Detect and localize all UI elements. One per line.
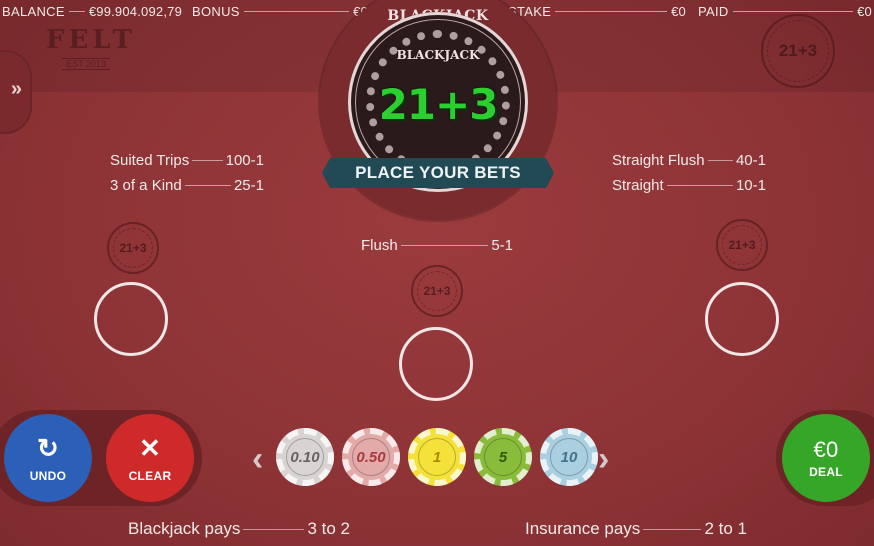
undo-button[interactable]: ↻ UNDO (4, 414, 92, 502)
blackjack-pays-label: Blackjack pays (128, 519, 241, 538)
chip-value: 10 (560, 448, 578, 466)
chip-value: 5 (498, 448, 508, 466)
clear-button[interactable]: ✕ CLEAR (106, 414, 194, 502)
spot-stamp-text: 21+3 (119, 241, 147, 255)
logo-est: EST 2013 (62, 58, 110, 70)
place-bets-banner: PLACE YOUR BETS (322, 158, 554, 188)
chip-1[interactable]: 1 (408, 428, 466, 486)
divider-line (243, 528, 305, 530)
badge-game-title: 21+3 (378, 80, 499, 129)
chip-0-50[interactable]: 0.50 (342, 428, 400, 486)
insurance-pays: Insurance pays 2 to 1 (525, 517, 747, 541)
payout-odds: 25-1 (233, 176, 264, 194)
divider-line (707, 159, 733, 161)
bet-spot-center[interactable] (399, 327, 473, 401)
badge-inner-title: BLACKJACK (396, 48, 480, 62)
payout-odds: 5-1 (491, 236, 513, 254)
divider-line (666, 184, 733, 186)
blackjack-pays: Blackjack pays 3 to 2 (128, 517, 350, 541)
insurance-pays-label: Insurance pays (525, 519, 641, 538)
spot-stamp: 21+3 (716, 219, 768, 271)
spot-stamp: 21+3 (411, 265, 463, 317)
payout-row: 3 of a Kind 25-1 (110, 175, 264, 195)
divider-line (555, 10, 668, 12)
payout-odds: 40-1 (735, 151, 766, 169)
insurance-pays-value: 2 to 1 (704, 519, 747, 538)
chevron-left-icon[interactable]: ‹ (252, 440, 263, 479)
stake-value: €0 (671, 3, 686, 19)
bet-spot-left[interactable] (94, 282, 168, 356)
balance-stat: BALANCE €99.904.092,79 (2, 2, 182, 20)
bet-spot-right[interactable] (705, 282, 779, 356)
chip-0-10[interactable]: 0.10 (276, 428, 334, 486)
undo-icon: ↻ (36, 433, 60, 463)
payout-odds: 100-1 (225, 151, 264, 169)
balance-value: €99.904.092,79 (88, 3, 182, 19)
close-icon: ✕ (138, 433, 162, 463)
balance-label: BALANCE (2, 3, 65, 19)
blackjack-pays-value: 3 to 2 (307, 519, 350, 538)
chip-value: 0.10 (290, 448, 320, 466)
chip-5[interactable]: 5 (474, 428, 532, 486)
chevron-right-icon[interactable]: › (598, 440, 609, 479)
felt-logo: FELT EST 2013 (46, 25, 136, 74)
payout-name: Straight (612, 176, 664, 194)
chip-value: 0.50 (356, 448, 386, 466)
divider-line (643, 528, 702, 530)
divider-line (400, 244, 489, 246)
divider-line (732, 10, 854, 12)
payout-name: Flush (361, 236, 398, 254)
chip-value: 1 (432, 448, 442, 466)
double-chevron-right-icon: » (10, 78, 22, 100)
payout-row: Straight Flush 40-1 (612, 150, 766, 170)
payout-odds: 10-1 (735, 176, 766, 194)
deal-label: DEAL (809, 465, 843, 479)
corner-stamp: 21+3 (761, 14, 835, 88)
logo-name: FELT (46, 25, 136, 55)
payout-row: Straight 10-1 (612, 175, 766, 195)
payout-name: Straight Flush (612, 151, 705, 169)
paid-value: €0 (857, 3, 872, 19)
bonus-label: BONUS (192, 3, 240, 19)
corner-stamp-text: 21+3 (778, 41, 818, 60)
payout-name: Suited Trips (110, 151, 190, 169)
spot-stamp: 21+3 (107, 222, 159, 274)
side-menu-toggle[interactable]: » (0, 50, 32, 134)
deal-amount: €0 (813, 437, 839, 462)
spot-stamp-text: 21+3 (423, 284, 451, 298)
undo-label: UNDO (29, 469, 67, 483)
divider-line (192, 159, 223, 161)
divider-line (184, 184, 231, 186)
spot-stamp-text: 21+3 (728, 238, 756, 252)
payout-name: 3 of a Kind (110, 176, 182, 194)
payout-row: Flush 5-1 (361, 235, 513, 255)
deal-button[interactable]: €0 DEAL (782, 414, 870, 502)
chip-10[interactable]: 10 (540, 428, 598, 486)
paid-label: PAID (698, 3, 729, 19)
payout-row: Suited Trips 100-1 (110, 150, 264, 170)
clear-label: CLEAR (128, 469, 172, 483)
divider-line (68, 10, 85, 12)
